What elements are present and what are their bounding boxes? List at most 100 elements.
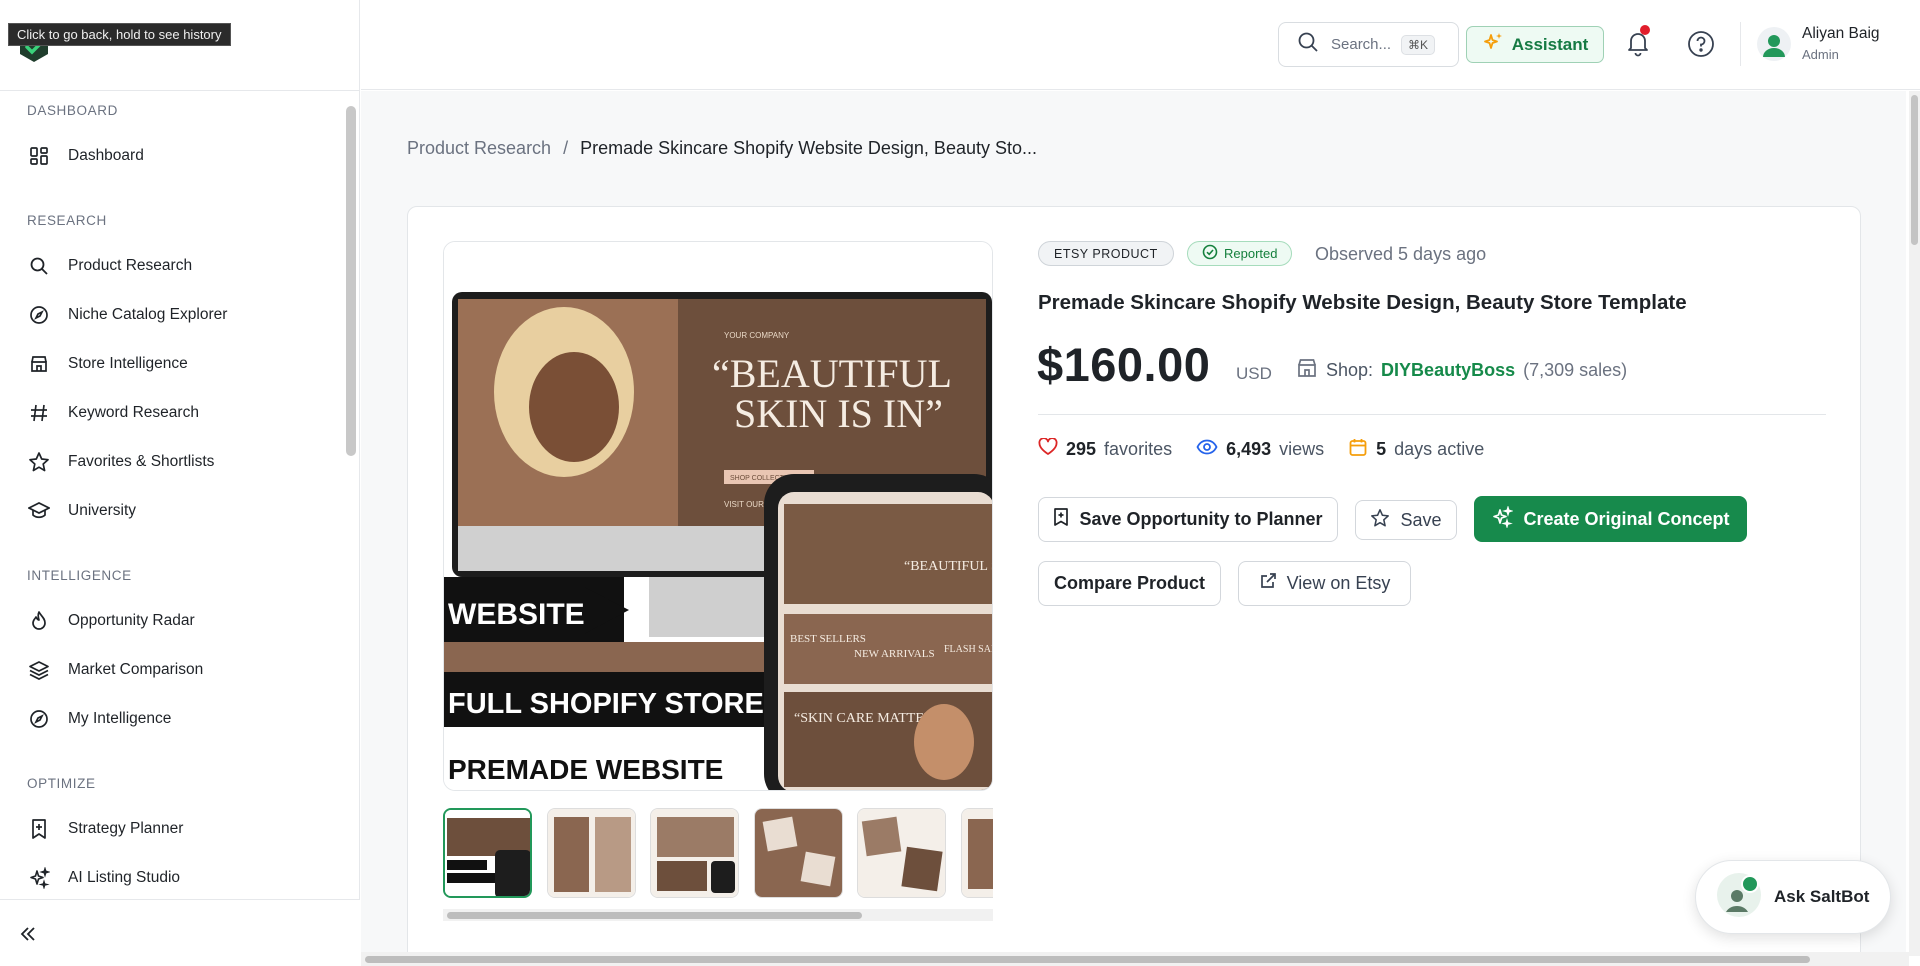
thumbnail-2[interactable] <box>547 808 636 898</box>
price-currency: USD <box>1236 364 1272 383</box>
views-stat: 6,493 views <box>1196 439 1324 460</box>
layers-icon <box>27 658 51 682</box>
svg-text:BEST SELLERS: BEST SELLERS <box>790 633 866 645</box>
thumbnail-6[interactable] <box>961 808 993 898</box>
sidebar-item-label: Strategy Planner <box>68 819 184 837</box>
sidebar-item-ai-listing-studio[interactable]: AI Listing Studio <box>0 853 343 899</box>
sidebar-item-niche-catalog[interactable]: Niche Catalog Explorer <box>0 290 343 339</box>
sidebar-item-favorites[interactable]: Favorites & Shortlists <box>0 437 343 486</box>
svg-text:“BEAUTIFUL SKIN IS IN”: “BEAUTIFUL SKIN IS IN” <box>904 559 993 574</box>
svg-text:YOUR COMPANY: YOUR COMPANY <box>724 331 790 340</box>
bookmark-plus-icon <box>27 817 51 841</box>
assistant-button[interactable]: Assistant <box>1466 26 1604 63</box>
thumbnail-3[interactable] <box>650 808 739 898</box>
sidebar-item-keyword-research[interactable]: Keyword Research <box>0 388 343 437</box>
store-icon <box>27 352 51 376</box>
sidebar-item-label: My Intelligence <box>68 709 172 727</box>
avatar[interactable] <box>1757 27 1791 61</box>
sparkles-icon <box>27 866 51 890</box>
sidebar-item-label: Keyword Research <box>68 403 199 421</box>
status-label: Reported <box>1224 246 1278 261</box>
sidebar-item-label: AI Listing Studio <box>68 868 181 886</box>
sidebar-item-strategy-planner[interactable]: Strategy Planner <box>0 804 343 853</box>
observed-time: Observed 5 days ago <box>1315 244 1487 264</box>
thumbnail-5[interactable] <box>857 808 946 898</box>
sidebar-item-my-intelligence[interactable]: My Intelligence <box>0 694 343 743</box>
shop-info: Shop: DIYBeautyBoss (7,309 sales) <box>1296 357 1627 384</box>
sidebar-item-store-intelligence[interactable]: Store Intelligence <box>0 339 343 388</box>
days-label: days active <box>1394 439 1485 459</box>
main-vertical-scrollbar[interactable] <box>1909 91 1920 956</box>
sidebar-item-label: Opportunity Radar <box>68 611 195 629</box>
search-input[interactable]: Search... ⌘K <box>1278 22 1459 67</box>
user-name[interactable]: Aliyan Baig <box>1802 25 1880 43</box>
view-etsy-label: View on Etsy <box>1286 573 1391 593</box>
sidebar-item-product-research[interactable]: Product Research <box>0 241 343 290</box>
breadcrumb-parent[interactable]: Product Research <box>407 138 551 159</box>
days-count: 5 <box>1376 439 1387 459</box>
check-circle-icon <box>1202 244 1218 263</box>
main-horizontal-scrollbar[interactable] <box>361 952 1909 966</box>
svg-text:PREMADE WEBSITE: PREMADE WEBSITE <box>448 754 723 785</box>
eye-icon <box>1196 439 1218 460</box>
sidebar-item-university[interactable]: University <box>0 486 343 535</box>
bookmark-plus-icon <box>1053 507 1069 532</box>
header-divider <box>1740 22 1741 66</box>
search-placeholder: Search... <box>1331 36 1392 53</box>
sparkles-icon <box>1491 504 1515 533</box>
sparkles-icon <box>1482 31 1504 58</box>
view-on-etsy-button[interactable]: View on Etsy <box>1238 561 1411 606</box>
compass-icon <box>27 303 51 327</box>
sidebar-item-market-comparison[interactable]: Market Comparison <box>0 645 343 694</box>
search-icon <box>27 254 51 278</box>
star-icon <box>1370 508 1390 533</box>
svg-text:FLASH SALE: FLASH SALE <box>944 644 993 655</box>
sidebar-item-label: Niche Catalog Explorer <box>68 305 228 323</box>
views-label: views <box>1279 439 1325 459</box>
help-icon[interactable] <box>1686 29 1716 59</box>
sidebar-item-label: University <box>68 501 137 519</box>
compass-icon <box>27 707 51 731</box>
thumbnail-scrollbar[interactable] <box>443 909 993 921</box>
product-stats: 295 favorites 6,493 views 5 days active <box>1038 437 1508 462</box>
collapse-sidebar-icon[interactable] <box>16 922 40 946</box>
thumbnail-1[interactable] <box>443 808 532 898</box>
saltbot-label: Ask SaltBot <box>1774 887 1870 906</box>
sidebar-scrollbar[interactable] <box>346 106 356 456</box>
compare-label: Compare Product <box>1053 573 1206 593</box>
favorites-count: 295 <box>1066 439 1097 459</box>
search-icon <box>1297 31 1319 58</box>
save-button[interactable]: Save <box>1355 500 1457 540</box>
breadcrumb: Product Research / Premade Skincare Shop… <box>407 138 1037 159</box>
product-main-image[interactable]: YOUR COMPANY “BEAUTIFUL SKIN IS IN” SHOP… <box>443 241 993 791</box>
thumbnail-strip <box>443 808 993 900</box>
sidebar: Click to go back, hold to see history DA… <box>0 0 360 966</box>
section-optimize-title: OPTIMIZE <box>27 776 96 791</box>
compare-product-button[interactable]: Compare Product <box>1038 561 1221 606</box>
sidebar-item-label: Product Research <box>68 256 193 274</box>
sidebar-item-label: Favorites & Shortlists <box>68 452 215 470</box>
top-bar: Search... ⌘K Assistant Aliyan Baig Admin <box>361 0 1920 90</box>
thumbnail-4[interactable] <box>754 808 843 898</box>
sidebar-item-dashboard[interactable]: Dashboard <box>0 131 343 180</box>
section-research-title: RESEARCH <box>27 213 107 228</box>
save-label: Save <box>1400 509 1442 530</box>
section-dashboard-title: DASHBOARD <box>27 103 118 118</box>
save-to-planner-button[interactable]: Save Opportunity to Planner <box>1038 497 1338 542</box>
sidebar-item-label: Dashboard <box>68 146 144 164</box>
star-icon <box>27 450 51 474</box>
days-active-stat: 5 days active <box>1348 437 1484 462</box>
notifications-bell-icon[interactable] <box>1623 25 1653 58</box>
ask-saltbot-button[interactable]: Ask SaltBot <box>1695 860 1891 934</box>
grid-icon <box>27 144 51 168</box>
external-link-icon <box>1259 572 1277 595</box>
back-tooltip: Click to go back, hold to see history <box>8 23 231 46</box>
create-concept-button[interactable]: Create Original Concept <box>1474 496 1747 542</box>
store-icon <box>1296 357 1318 384</box>
svg-text:SKIN IS IN”: SKIN IS IN” <box>734 391 943 436</box>
shop-name-link[interactable]: DIYBeautyBoss <box>1381 360 1515 381</box>
search-shortcut: ⌘K <box>1401 34 1436 55</box>
favorites-stat: 295 favorites <box>1038 437 1172 461</box>
sidebar-item-opportunity-radar[interactable]: Opportunity Radar <box>0 596 343 645</box>
status-badge: Reported <box>1187 241 1293 266</box>
